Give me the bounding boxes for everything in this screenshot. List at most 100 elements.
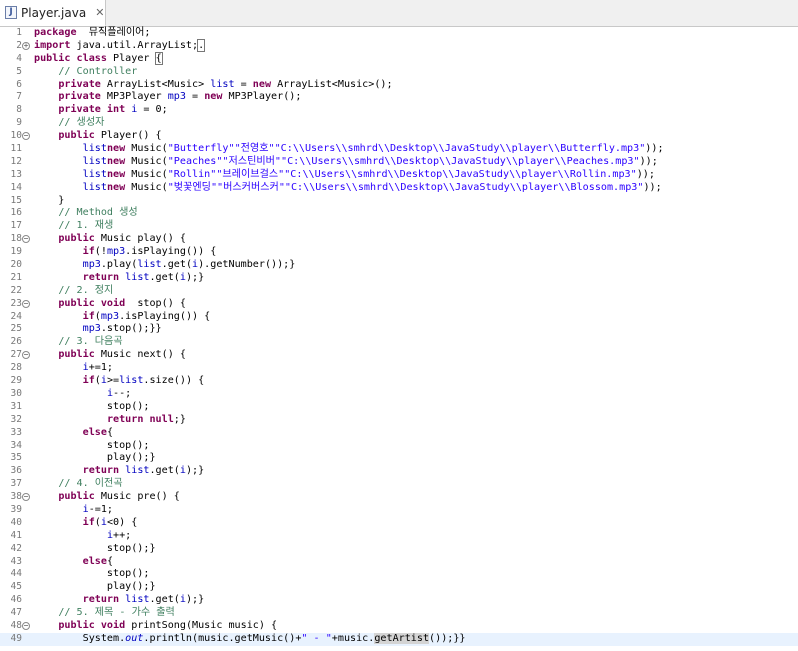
collapse-fold-icon[interactable]: − (22, 299, 30, 308)
code-line[interactable]: 28 i+=1; (0, 362, 798, 375)
line-number: 40 (10, 516, 22, 528)
code-token: // 2. 정지 (58, 284, 114, 296)
code-token: "C:\\Users\\smhrd\\Desktop\\JavaStudy\\p… (281, 155, 640, 167)
code-line[interactable]: 22 // 2. 정지 (0, 285, 798, 298)
code-line[interactable]: 21 return list.get(i);} (0, 272, 798, 285)
line-number: 22 (10, 284, 22, 296)
code-token: )); (643, 181, 662, 193)
code-text: if(i<0) { (34, 517, 138, 530)
code-line[interactable]: 20 mp3.play(list.get(i).getNumber());} (0, 259, 798, 272)
code-line[interactable]: 36 return list.get(i);} (0, 465, 798, 478)
code-line[interactable]: 1 package 뮤직플레이어; (0, 27, 798, 40)
line-number: 6 (16, 78, 22, 90)
code-line[interactable]: 41 i++; (0, 530, 798, 543)
code-line[interactable]: 32 return null;} (0, 414, 798, 427)
code-line[interactable]: 26 // 3. 다음곡 (0, 336, 798, 349)
code-token: mp3 (100, 310, 120, 322)
code-line[interactable]: 9 // 생성자 (0, 117, 798, 130)
code-line[interactable]: 49 System.out.println(music.getMusic()+"… (0, 632, 798, 646)
code-token: list (125, 465, 150, 477)
code-line[interactable]: 23− public void stop() { (0, 298, 798, 311)
collapse-fold-icon[interactable]: − (22, 351, 30, 360)
collapse-fold-icon[interactable]: − (22, 235, 30, 244)
code-line[interactable]: 17 // 1. 재생 (0, 220, 798, 233)
code-line[interactable]: 6 private ArrayList<Music> list = new Ar… (0, 79, 798, 92)
code-line[interactable]: 37 // 4. 이전곡 (0, 478, 798, 491)
line-number: 43 (10, 555, 22, 567)
code-line[interactable]: 33 else{ (0, 427, 798, 440)
code-editor[interactable]: 1 package 뮤직플레이어; 2 + import java.util.Array… (0, 27, 798, 651)
line-number: 34 (10, 439, 22, 451)
code-line[interactable]: 47 // 5. 제목 - 가수 출력 (0, 607, 798, 620)
code-token: private (58, 91, 101, 103)
code-line[interactable]: 44 stop(); (0, 568, 798, 581)
code-token: new (252, 78, 272, 90)
code-text: play();} (34, 581, 156, 594)
tab-player-java[interactable]: J Player.java ✕ (0, 0, 106, 26)
code-line[interactable]: 40 if(i<0) { (0, 517, 798, 530)
code-line[interactable]: 45 play();} (0, 581, 798, 594)
code-token: Music( (125, 168, 168, 180)
code-token: { (154, 51, 163, 65)
code-text: else{ (34, 556, 113, 569)
code-line[interactable]: 42 stop();} (0, 543, 798, 556)
line-number: 5 (16, 65, 22, 77)
code-line[interactable]: 2 + import java.util.ArrayList;. (0, 38, 798, 53)
line-number: 29 (10, 375, 22, 387)
code-line[interactable]: 34 stop(); (0, 440, 798, 453)
code-line[interactable]: 35 play();} (0, 452, 798, 465)
code-token: ;} (173, 413, 186, 425)
code-line[interactable]: 15 } (0, 195, 798, 208)
java-file-icon: J (5, 6, 17, 19)
code-line[interactable]: 43 else{ (0, 556, 798, 569)
code-line[interactable]: 46 return list.get(i);} (0, 594, 798, 607)
expand-fold-icon[interactable]: + (22, 41, 30, 50)
collapse-fold-icon[interactable]: − (22, 621, 30, 630)
code-line[interactable]: 39 i-=1; (0, 504, 798, 517)
code-token: new (106, 143, 126, 155)
code-line[interactable]: 27− public Music next() { (0, 349, 798, 362)
code-line[interactable]: 38− public Music pre() { (0, 491, 798, 504)
code-line[interactable]: 4 public class Player { (0, 51, 798, 66)
code-line[interactable]: 31 stop(); (0, 401, 798, 414)
collapse-fold-icon[interactable]: − (22, 493, 30, 502)
code-line[interactable]: 18− public Music play() { (0, 233, 798, 246)
code-line[interactable]: 30 i--; (0, 388, 798, 401)
code-line[interactable]: 13 listnew Music("Rollin""브레이브걸스""C:\\Us… (0, 169, 798, 182)
code-token: // 4. 이전곡 (58, 478, 123, 490)
code-token: list (125, 271, 150, 283)
line-number: 28 (10, 362, 22, 374)
code-token: list (137, 259, 162, 271)
code-line[interactable]: 24 if(mp3.isPlaying()) { (0, 311, 798, 324)
code-token: .isPlaying()) { (119, 310, 211, 322)
code-line[interactable]: 29 if(i>=list.size()) { (0, 375, 798, 388)
code-line[interactable]: 5 // Controller (0, 66, 798, 79)
code-token: { (106, 555, 114, 567)
code-token: .get( (149, 271, 180, 283)
code-text: // 4. 이전곡 (34, 478, 123, 491)
line-number: 33 (10, 426, 22, 438)
code-line[interactable]: 25 mp3.stop();}} (0, 323, 798, 336)
code-token: Music next() { (94, 349, 186, 361)
code-line[interactable]: 16 // Method 생성 (0, 207, 798, 220)
code-line[interactable]: 48− public void printSong(Music music) { (0, 620, 798, 633)
code-token: +music. (331, 632, 375, 644)
code-text: stop(); (34, 440, 150, 453)
code-line[interactable]: 19 if(!mp3.isPlaying()) { (0, 246, 798, 259)
collapse-fold-icon[interactable]: − (22, 132, 30, 141)
code-line[interactable]: 11 listnew Music("Butterfly""전영호""C:\\Us… (0, 143, 798, 156)
code-line[interactable]: 8 private int i = 0; (0, 104, 798, 117)
code-line[interactable]: 7 private MP3Player mp3 = new MP3Player(… (0, 91, 798, 104)
code-token: list (82, 181, 107, 193)
code-token: else (82, 426, 107, 438)
close-icon[interactable]: ✕ (95, 6, 104, 19)
code-token: } (34, 194, 65, 206)
code-text: listnew Music("Rollin""브레이브걸스""C:\\Users… (34, 169, 655, 182)
code-line[interactable]: 12 listnew Music("Peaches""저스틴비버""C:\\Us… (0, 156, 798, 169)
code-token: { (106, 426, 114, 438)
code-line[interactable]: 10− public Player() { (0, 130, 798, 143)
code-line[interactable]: 14 listnew Music("벚꽃엔딩""버스커버스커""C:\\User… (0, 182, 798, 195)
